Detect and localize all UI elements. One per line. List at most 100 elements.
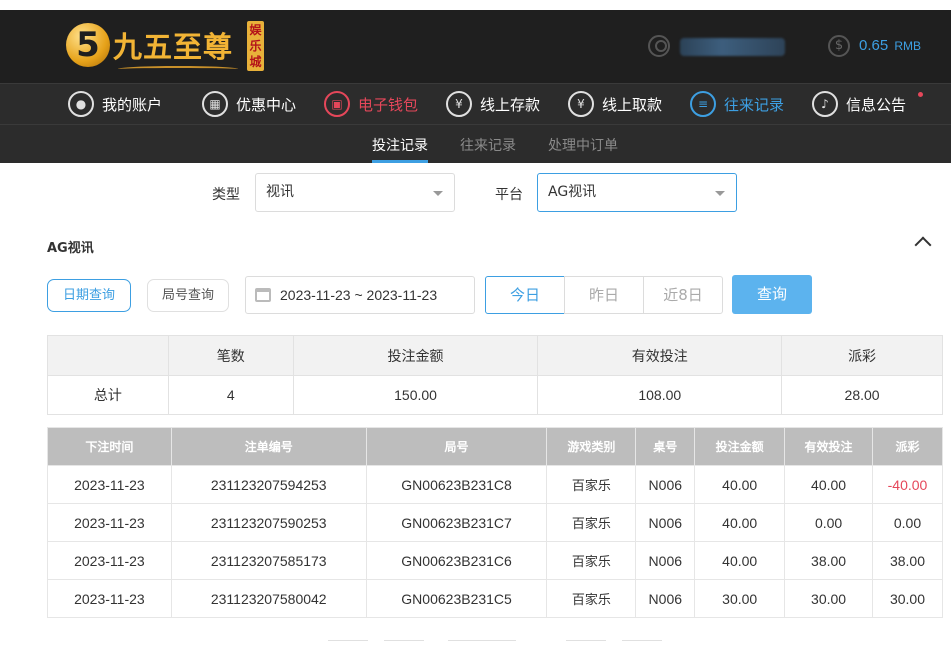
section-title: AG视讯	[47, 241, 94, 256]
dollar-icon: $	[828, 35, 850, 57]
table-row: 2023-11-23 231123207590253 GN00623B231C7…	[47, 503, 943, 542]
pagination-button[interactable]	[622, 640, 662, 645]
balance-currency: RMB	[894, 39, 922, 53]
nav-item-deposit[interactable]: ¥ 线上存款	[446, 90, 540, 118]
nav-item-announcements[interactable]: ♪ 信息公告	[812, 90, 906, 118]
table-cell: GN00623B231C8	[365, 465, 548, 504]
type-select[interactable]: 视讯	[255, 173, 455, 212]
column-header[interactable]: 局号	[365, 427, 548, 466]
calendar-icon	[255, 288, 271, 302]
table-cell: 0.00	[872, 503, 943, 542]
summary-header-row: 笔数 投注金额 有效投注 派彩	[47, 335, 943, 376]
table-cell: 40.00	[694, 503, 786, 542]
brand-logo[interactable]: 5 九五至尊 娱乐城	[66, 19, 266, 77]
pagination-button[interactable]	[384, 640, 424, 645]
range-today[interactable]: 今日	[485, 276, 565, 314]
sub-nav: 投注记录 往来记录 处理中订单	[0, 124, 951, 163]
summary-total-row: 总计 4 150.00 108.00 28.00	[47, 375, 943, 415]
platform-select[interactable]: AG视讯	[537, 173, 737, 212]
table-cell: 231123207590253	[170, 503, 367, 542]
range-last-8-days[interactable]: 近8日	[643, 276, 723, 314]
withdraw-icon: ¥	[568, 91, 594, 117]
records-header-row: 下注时间 注单编号 局号 游戏类别 桌号 投注金额 有效投注 派彩	[47, 427, 943, 466]
pagination-button[interactable]	[328, 640, 368, 645]
round-query-button[interactable]: 局号查询	[147, 279, 229, 312]
table-cell: 2023-11-23	[47, 503, 172, 542]
nav-item-wallet[interactable]: ▣ 电子钱包	[324, 90, 418, 118]
balance: 0.65 RMB	[859, 37, 921, 54]
table-cell: -40.00	[872, 465, 943, 504]
summary-header: 有效投注	[537, 335, 783, 376]
site-header: 5 九五至尊 娱乐城 user $ 0.65 RMB	[0, 10, 951, 83]
summary-header: 派彩	[781, 335, 943, 376]
date-query-button[interactable]: 日期查询	[47, 279, 131, 312]
column-header[interactable]: 投注金额	[694, 427, 786, 466]
table-cell: N006	[635, 503, 696, 542]
table-cell: 30.00	[872, 579, 943, 618]
column-header[interactable]: 桌号	[635, 427, 696, 466]
wallet-icon: ▣	[324, 91, 350, 117]
nav-item-promotions[interactable]: ▦ 优惠中心	[202, 90, 296, 118]
table-cell: 百家乐	[546, 579, 637, 618]
table-cell: 2023-11-23	[47, 465, 172, 504]
nav-item-withdraw[interactable]: ¥ 线上取款	[568, 90, 662, 118]
deposit-icon: ¥	[446, 91, 472, 117]
table-cell: GN00623B231C7	[365, 503, 548, 542]
tab-transactions[interactable]: 往来记录	[460, 135, 516, 155]
nav-item-account[interactable]: ● 我的账户	[68, 90, 162, 118]
balance-amount: 0.65	[859, 37, 889, 54]
bet-records-table: 下注时间 注单编号 局号 游戏类别 桌号 投注金额 有效投注 派彩 2023-1…	[47, 427, 943, 618]
column-header[interactable]: 有效投注	[784, 427, 873, 466]
platform-label: 平台	[495, 187, 523, 203]
summary-table: 笔数 投注金额 有效投注 派彩 总计 4 150.00 108.00 28.00	[47, 335, 943, 415]
table-cell: N006	[635, 465, 696, 504]
nav-item-records[interactable]: ≡ 往来记录	[690, 90, 784, 118]
nav-label: 往来记录	[724, 95, 785, 114]
pagination-button[interactable]	[566, 640, 606, 645]
top-strip	[0, 0, 951, 10]
nav-label: 线上存款	[480, 95, 541, 114]
nav-label: 信息公告	[846, 95, 907, 114]
table-cell: 231123207594253	[170, 465, 367, 504]
tab-bet-records[interactable]: 投注记录	[372, 135, 428, 155]
summary-cell: 总计	[47, 375, 169, 415]
type-label: 类型	[212, 187, 240, 203]
type-select-value: 视讯	[266, 184, 294, 200]
table-cell: 30.00	[694, 579, 786, 618]
table-cell: 0.00	[784, 503, 873, 542]
summary-header: 笔数	[167, 335, 294, 376]
platform-select-value: AG视讯	[548, 184, 597, 200]
table-cell: 231123207585173	[170, 541, 367, 580]
table-cell: 2023-11-23	[47, 579, 172, 618]
table-row: 2023-11-23 231123207580042 GN00623B231C5…	[47, 579, 943, 618]
column-header[interactable]: 注单编号	[170, 427, 367, 466]
summary-cell: 28.00	[781, 375, 943, 415]
bell-icon: ♪	[812, 91, 838, 117]
nav-label: 优惠中心	[236, 95, 297, 114]
pagination-button[interactable]	[448, 640, 516, 645]
active-tab-indicator	[372, 160, 428, 163]
chevron-down-icon	[715, 191, 725, 196]
column-header[interactable]: 游戏类别	[546, 427, 637, 466]
chevron-down-icon	[433, 191, 443, 196]
column-header[interactable]: 派彩	[872, 427, 943, 466]
table-cell: 30.00	[784, 579, 873, 618]
main-nav: ● 我的账户 ▦ 优惠中心 ▣ 电子钱包 ¥ 线上存款 ¥ 线上取款 ≡ 往来记…	[0, 83, 951, 124]
table-cell: 38.00	[784, 541, 873, 580]
collapse-chevron-icon[interactable]	[914, 236, 932, 254]
tab-pending-orders[interactable]: 处理中订单	[548, 135, 618, 155]
records-icon: ≡	[690, 91, 716, 117]
table-cell: 40.00	[694, 465, 786, 504]
column-header[interactable]: 下注时间	[47, 427, 172, 466]
nav-label: 我的账户	[102, 95, 163, 114]
summary-header: 投注金额	[292, 335, 539, 376]
query-button[interactable]: 查询	[732, 275, 812, 314]
summary-cell: 108.00	[537, 375, 783, 415]
range-yesterday[interactable]: 昨日	[564, 276, 644, 314]
date-range-value: 2023-11-23 ~ 2023-11-23	[280, 287, 438, 303]
notification-dot	[918, 92, 923, 97]
table-cell: 231123207580042	[170, 579, 367, 618]
date-range-input[interactable]: 2023-11-23 ~ 2023-11-23	[245, 276, 475, 314]
user-icon	[648, 35, 670, 57]
user-circle-icon: ●	[68, 91, 94, 117]
